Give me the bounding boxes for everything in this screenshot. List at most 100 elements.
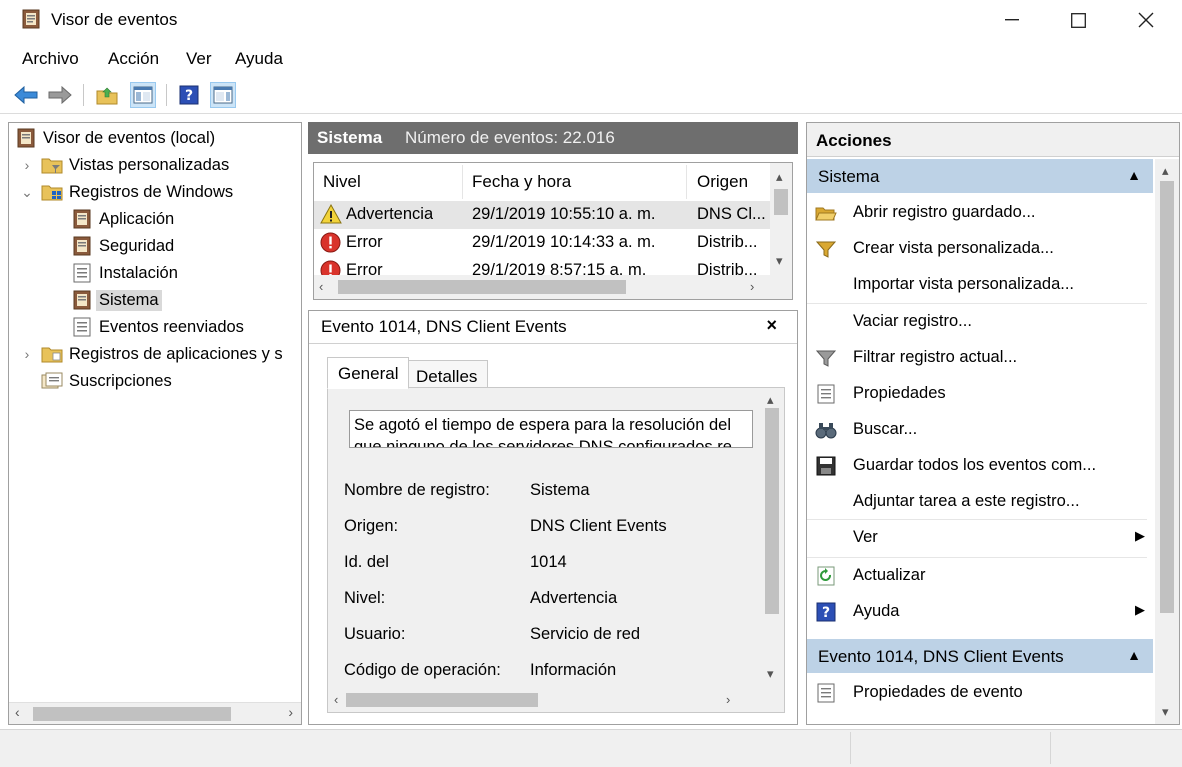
event-row[interactable]: Advertencia 29/1/2019 10:55:10 a. m. DNS… — [314, 201, 770, 229]
scroll-left-icon[interactable]: ‹ — [334, 692, 338, 707]
tree-item-registros-aplicaciones[interactable]: › Registros de aplicaciones y s — [19, 341, 283, 367]
actions-section-sistema[interactable]: Sistema ▲ — [807, 159, 1153, 193]
menu-ver[interactable]: Ver — [186, 49, 212, 69]
event-viewer-icon — [15, 128, 37, 148]
svg-text:?: ? — [185, 88, 193, 104]
column-header-nivel[interactable]: Nivel — [323, 163, 463, 201]
window-title: Visor de eventos — [51, 10, 178, 29]
minimize-button[interactable] — [978, 0, 1046, 40]
event-detail-title: Evento 1014, DNS Client Events — [321, 317, 567, 336]
menu-ayuda[interactable]: Ayuda — [235, 49, 283, 69]
action-guardar-eventos[interactable]: Guardar todos los eventos com... — [807, 449, 1153, 483]
action-propiedades-evento[interactable]: Propiedades de evento — [807, 676, 1153, 710]
field-label: Usuario: — [344, 625, 406, 643]
filter-icon — [815, 348, 837, 368]
action-filtrar-registro[interactable]: Filtrar registro actual... — [807, 341, 1153, 375]
tree-horizontal-scrollbar[interactable]: ‹ › — [9, 702, 301, 724]
folder-filter-icon — [41, 155, 63, 175]
chevron-up-icon[interactable]: ▴ — [767, 392, 774, 408]
event-list-vertical-scrollbar[interactable]: ▴ ▾ — [770, 163, 792, 275]
actions-vertical-scrollbar[interactable]: ▴ ▾ — [1155, 159, 1179, 724]
chevron-up-icon[interactable]: ▴ — [1162, 163, 1169, 179]
scroll-thumb[interactable] — [1160, 181, 1174, 613]
tree-item-sistema[interactable]: Sistema — [71, 287, 162, 313]
tree-root[interactable]: Visor de eventos (local) — [15, 125, 215, 151]
chevron-down-icon[interactable]: ⌄ — [19, 184, 35, 201]
show-hide-console-tree-icon[interactable] — [130, 82, 156, 108]
create-filter-icon — [815, 239, 837, 259]
log-header: Sistema Número de eventos: 22.016 — [308, 122, 798, 154]
action-ver[interactable]: Ver ▶ — [807, 521, 1153, 555]
subscriptions-icon — [41, 371, 63, 391]
tree-item-suscripciones[interactable]: Suscripciones — [41, 368, 172, 394]
scroll-thumb[interactable] — [346, 693, 538, 707]
chevron-right-icon[interactable]: › — [19, 346, 35, 362]
folder-up-icon[interactable] — [94, 82, 120, 108]
tree-item-registros-windows[interactable]: ⌄ Registros de Windows — [19, 179, 233, 205]
scroll-thumb[interactable] — [338, 280, 626, 294]
tab-detalles[interactable]: Detalles — [405, 360, 489, 389]
action-adjuntar-tarea[interactable]: Adjuntar tarea a este registro... — [807, 485, 1153, 519]
scroll-thumb[interactable] — [774, 189, 788, 215]
forward-arrow-icon[interactable] — [47, 82, 73, 108]
menu-accion[interactable]: Acción — [108, 49, 159, 69]
field-value: Información — [530, 661, 617, 679]
tab-general[interactable]: General — [327, 357, 410, 389]
show-hide-action-pane-icon[interactable] — [210, 82, 236, 108]
help-icon: ? — [815, 602, 837, 622]
chevron-down-icon[interactable]: ▾ — [767, 666, 774, 682]
field-label: Id. del — [344, 553, 389, 571]
action-vaciar-registro[interactable]: Vaciar registro... — [807, 305, 1153, 339]
scroll-left-icon[interactable]: ‹ — [319, 279, 323, 294]
tree-item-vistas-personalizadas[interactable]: › Vistas personalizadas — [19, 152, 229, 178]
chevron-down-icon[interactable]: ▾ — [776, 253, 783, 269]
event-level: Error — [346, 233, 383, 251]
column-header-origen[interactable]: Origen — [697, 163, 767, 201]
action-propiedades[interactable]: Propiedades — [807, 377, 1153, 411]
event-properties-icon — [815, 683, 837, 703]
chevron-down-icon[interactable]: ▾ — [1162, 704, 1169, 720]
scroll-right-icon[interactable]: › — [288, 704, 293, 720]
scroll-thumb[interactable] — [765, 408, 779, 614]
scroll-left-icon[interactable]: ‹ — [15, 704, 20, 720]
tree-item-eventos-reenviados[interactable]: Eventos reenviados — [71, 314, 244, 340]
event-count: Número de eventos: 22.016 — [405, 128, 615, 147]
maximize-button[interactable] — [1044, 0, 1112, 40]
detail-vertical-scrollbar[interactable]: ▴ ▾ — [760, 388, 784, 688]
tree-item-seguridad[interactable]: Seguridad — [71, 233, 174, 259]
event-datetime: 29/1/2019 10:55:10 a. m. — [472, 205, 656, 223]
column-header-fecha[interactable]: Fecha y hora — [472, 163, 682, 201]
event-description[interactable]: Se agotó el tiempo de espera para la res… — [349, 410, 753, 448]
event-row[interactable]: Error 29/1/2019 10:14:33 a. m. Distrib..… — [314, 229, 770, 257]
scroll-thumb[interactable] — [33, 707, 231, 721]
actions-section-evento[interactable]: Evento 1014, DNS Client Events ▲ — [807, 639, 1153, 673]
collapse-triangle-icon[interactable]: ▲ — [1127, 647, 1141, 663]
close-button[interactable] — [1112, 0, 1180, 40]
action-ayuda[interactable]: ? Ayuda ▶ — [807, 595, 1153, 629]
title-bar: Visor de eventos — [0, 0, 1182, 40]
toolbar: ? — [0, 79, 1182, 111]
field-label: Código de operación: — [344, 661, 501, 679]
chevron-right-icon[interactable]: › — [19, 157, 35, 173]
field-value: Servicio de red — [530, 625, 641, 643]
action-actualizar[interactable]: Actualizar — [807, 559, 1153, 593]
scroll-right-icon[interactable]: › — [750, 279, 754, 294]
event-source: DNS Cl... — [697, 205, 766, 223]
scroll-right-icon[interactable]: › — [726, 692, 730, 707]
tree-item-aplicacion[interactable]: Aplicación — [71, 206, 174, 232]
tree-item-instalacion[interactable]: Instalación — [71, 260, 178, 286]
action-buscar[interactable]: Buscar... — [807, 413, 1153, 447]
event-list-horizontal-scrollbar[interactable]: ‹ › — [314, 275, 792, 299]
help-icon[interactable]: ? — [176, 82, 202, 108]
action-crear-vista[interactable]: Crear vista personalizada... — [807, 232, 1153, 266]
chevron-up-icon[interactable]: ▴ — [776, 169, 783, 185]
event-detail-pane: Evento 1014, DNS Client Events × General… — [308, 310, 798, 725]
menu-archivo[interactable]: Archivo — [22, 49, 79, 69]
back-arrow-icon[interactable] — [13, 82, 39, 108]
action-abrir-registro[interactable]: Abrir registro guardado... — [807, 196, 1153, 230]
field-value: 1014 — [530, 553, 567, 571]
close-icon[interactable]: × — [766, 315, 777, 336]
detail-horizontal-scrollbar[interactable]: ‹ › — [328, 688, 760, 712]
collapse-triangle-icon[interactable]: ▲ — [1127, 167, 1141, 183]
action-importar-vista[interactable]: Importar vista personalizada... — [807, 268, 1153, 302]
